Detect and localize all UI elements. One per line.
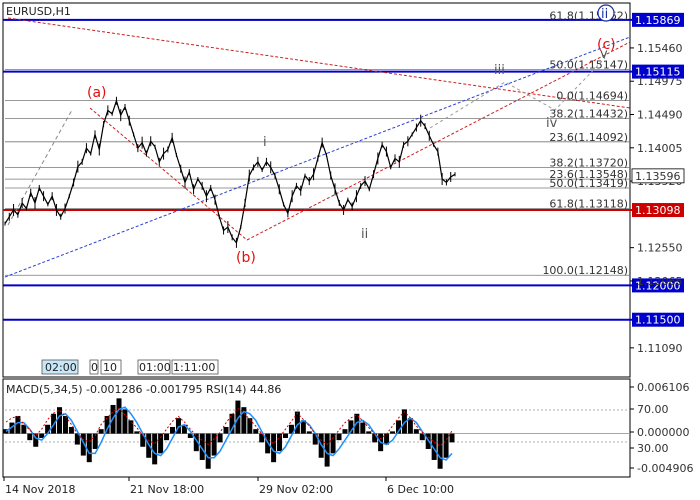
macd-tick-label-1: 70.00 (637, 403, 669, 416)
wave-label-top: ii (601, 7, 608, 22)
time-button-4[interactable]: 01:00 (139, 361, 171, 374)
time-button-1[interactable]: 02:00 (45, 361, 77, 374)
time-tick-label-2: 29 Nov 02:00 (259, 483, 333, 496)
time-button-3[interactable]: 10 (103, 361, 117, 374)
wave-a-b-line (89, 107, 248, 241)
macd-tick-label-2: 0.000000 (637, 426, 690, 439)
fib-label-2: 0.0(1.14694) (556, 90, 628, 103)
time-button-5[interactable]: 1:11:00 (173, 361, 215, 374)
time-button-2[interactable]: 0 (91, 361, 98, 374)
wave-label-iii: iii (494, 63, 505, 78)
macd-tick-label-3: 30.00 (637, 442, 669, 455)
wave-label-iv: iv (546, 116, 558, 131)
wave-label-ii: ii (361, 227, 368, 242)
price-tick-label-1: 1.14975 (637, 75, 683, 88)
fib-label-3: 38.2(1.14432) (549, 107, 628, 120)
chart-window[interactable]: EURUSD,H1 MACD(5,34,5) -0.001286 -0.0017… (0, 0, 700, 500)
level-tag-0: 1.15869 (635, 14, 681, 27)
fib-label-8: 61.8(1.13118) (549, 198, 628, 211)
wave-label-a: (a) (87, 85, 107, 101)
time-shift-buttons[interactable]: 02:00 0 10 01:00 1:11:00 (41, 359, 219, 375)
wave-label-v: v (600, 47, 608, 62)
current-price-tag: 1.13596 (635, 170, 681, 183)
macd-tick-label-4: -0.004906 (637, 462, 693, 475)
fib-label-1: 50.0(1.15147) (549, 58, 628, 71)
symbol-label: EURUSD,H1 (6, 5, 71, 18)
price-line (4, 98, 456, 245)
time-axis: 14 Nov 2018 21 Nov 18:00 29 Nov 02:00 6 Dec… (3, 477, 454, 496)
time-tick-label-0: 14 Nov 2018 (5, 483, 75, 496)
level-tag-2: 1.13098 (635, 204, 681, 217)
price-tick-label-0: 1.15460 (637, 42, 683, 55)
wave-label-i: i (263, 135, 267, 150)
level-tag-4: 1.11500 (635, 314, 681, 327)
price-tick-label-5: 1.12550 (637, 242, 683, 255)
price-tick-label-7: 1.11090 (637, 342, 683, 355)
level-lines (3, 18, 632, 321)
price-tick-label-2: 1.14490 (637, 109, 683, 122)
time-tick-label-3: 6 Dec 10:00 (387, 483, 454, 496)
fib-label-4: 23.6(1.14092) (549, 131, 628, 144)
price-tick-label-3: 1.14005 (637, 142, 683, 155)
price-axis: 1.154601.149751.144901.140051.135201.125… (630, 42, 685, 355)
main-chart-frame (2, 2, 631, 378)
wave-label-b: (b) (236, 250, 256, 266)
price-tick-label-6: 1.12065 (637, 275, 683, 288)
macd-tick-label-0: 0.006106 (637, 381, 690, 394)
indicator-label: MACD(5,34,5) -0.001286 -0.001795 RSI(14)… (6, 383, 281, 396)
time-tick-label-1: 21 Nov 18:00 (130, 483, 204, 496)
fib-label-7: 50.0(1.13419) (549, 177, 628, 190)
fib-label-0: 61.8(1.15862) (549, 9, 628, 22)
fib-label-9: 100.0(1.12148) (542, 264, 628, 277)
